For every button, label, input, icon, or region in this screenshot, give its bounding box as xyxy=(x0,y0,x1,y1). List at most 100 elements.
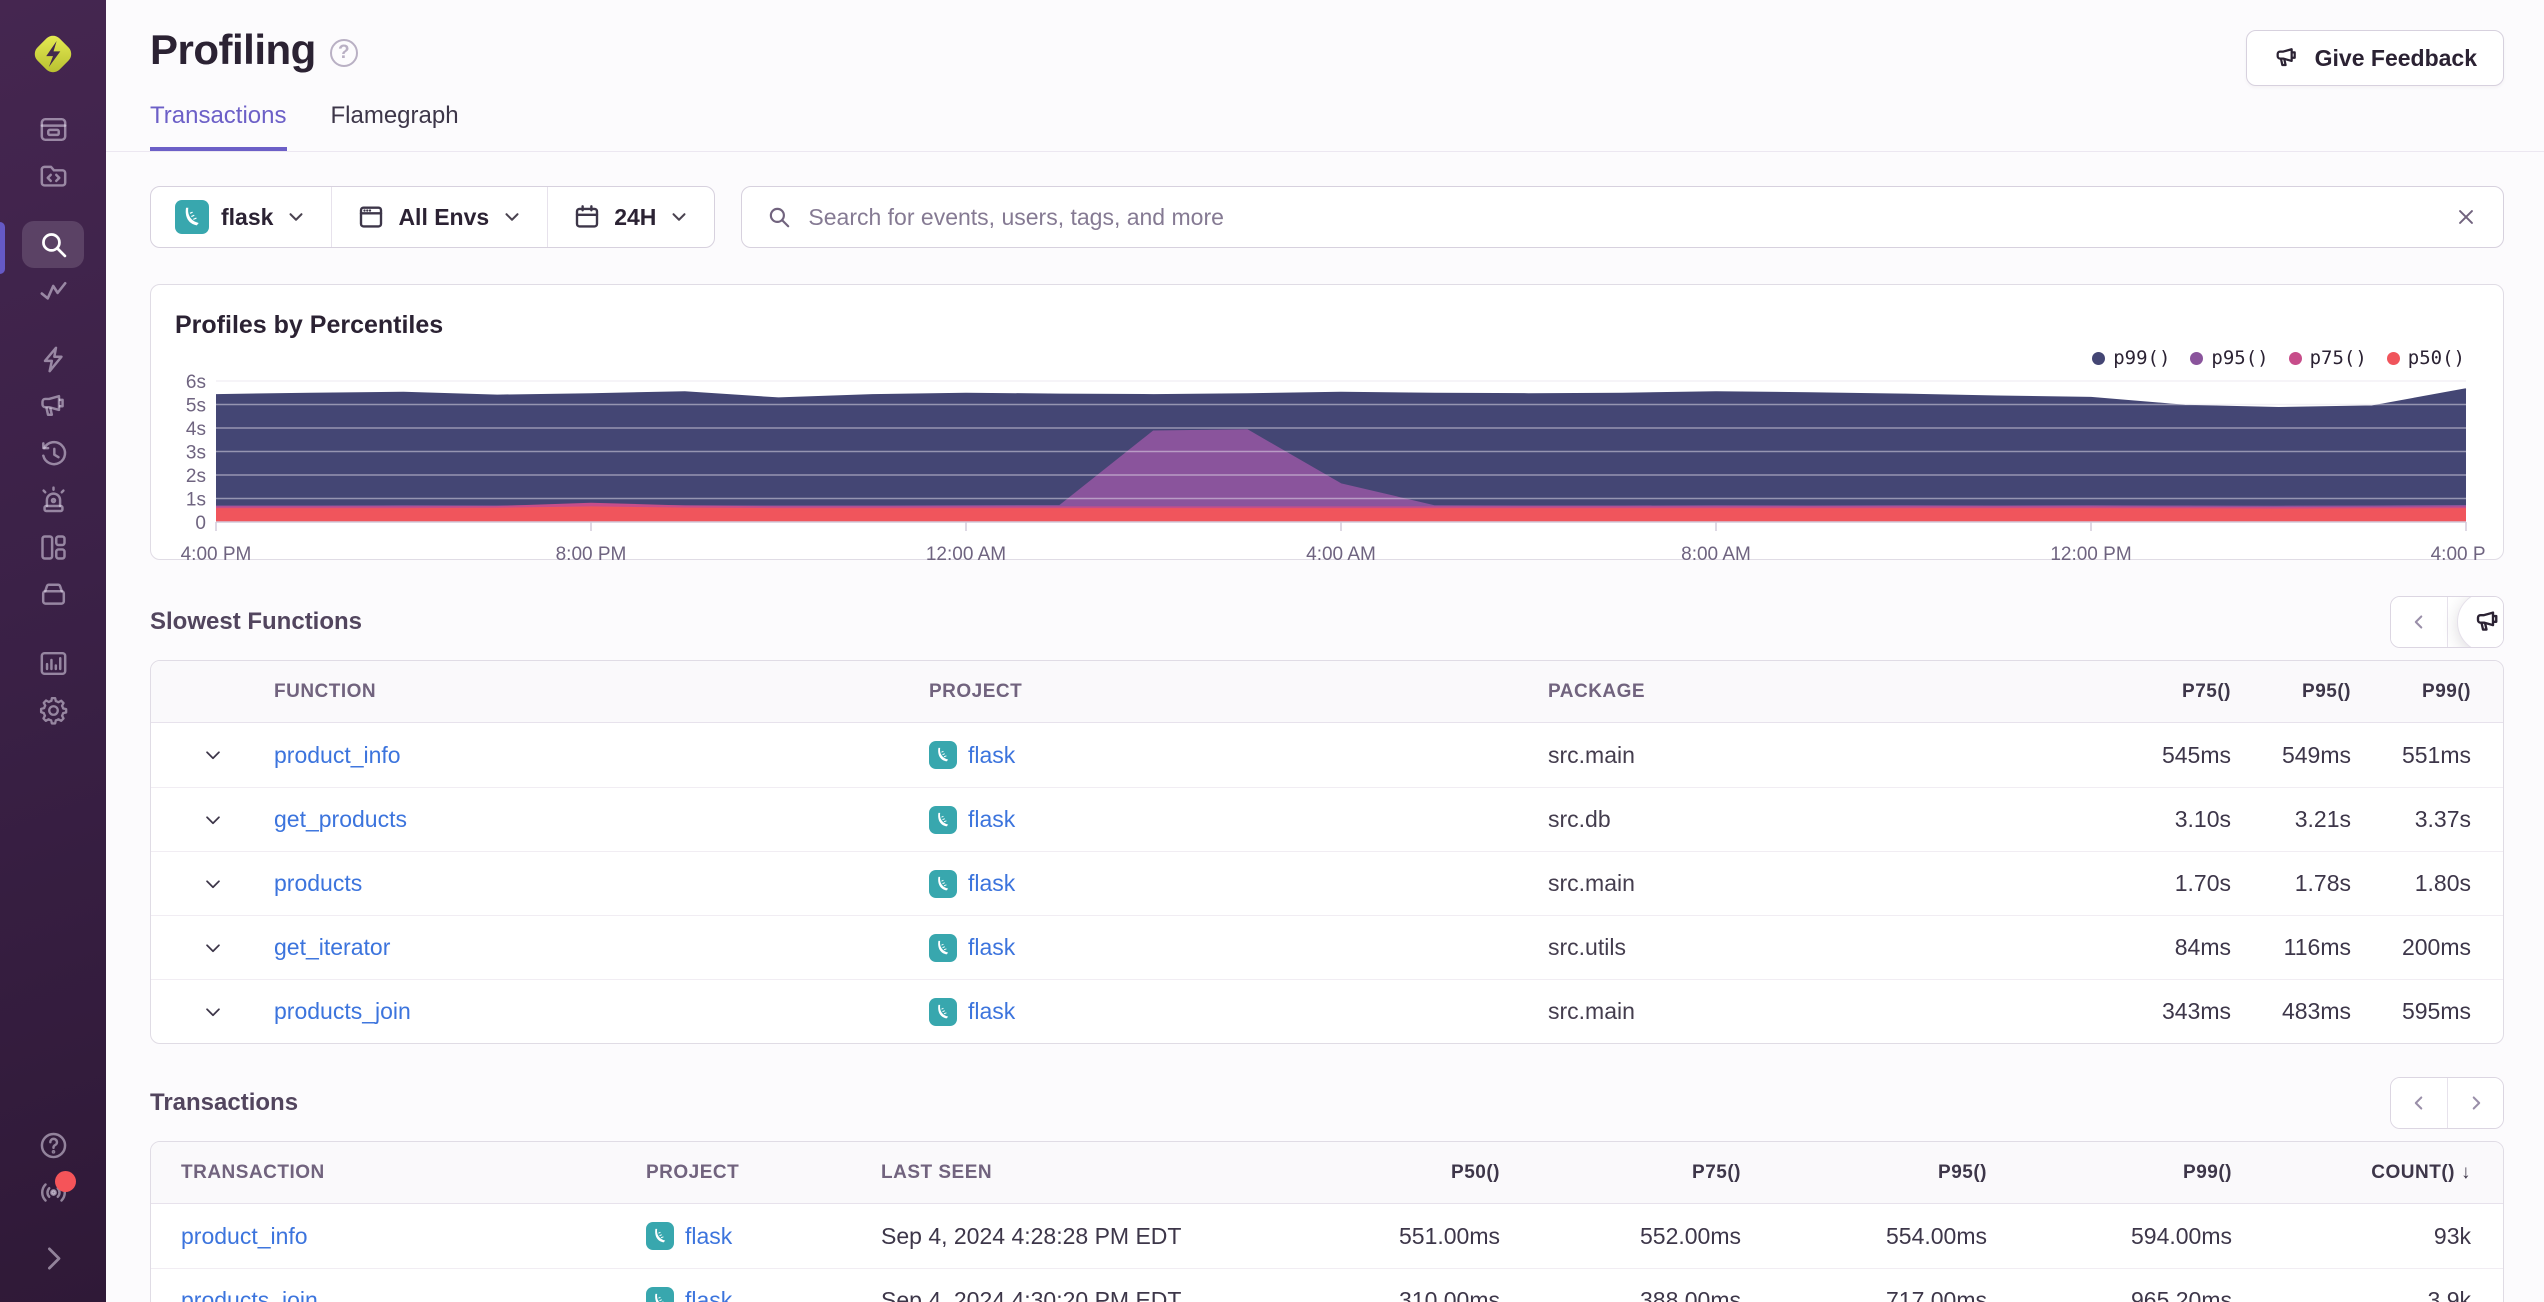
chart-legend: p99() p95() p75() p50() xyxy=(2092,347,2465,369)
legend-dot xyxy=(2288,351,2302,365)
expand-row-button[interactable] xyxy=(202,873,224,895)
p75-cell: 1.70s xyxy=(2174,870,2231,896)
sidebar-item-dashboards[interactable] xyxy=(22,524,84,571)
column-header-package[interactable]: PACKAGE xyxy=(1548,681,2111,703)
search-input[interactable] xyxy=(808,203,2437,231)
function-link[interactable]: product_info xyxy=(274,742,401,768)
column-header-project[interactable]: PROJECT xyxy=(646,1162,881,1184)
p75-cell: 3.10s xyxy=(2174,806,2231,832)
count-cell: 93k xyxy=(2433,1222,2471,1249)
projects-icon xyxy=(40,165,66,187)
sidebar-item-explore[interactable] xyxy=(22,221,84,268)
sidebar-item-alerts[interactable] xyxy=(22,477,84,524)
package-cell: src.db xyxy=(1548,806,1611,832)
project-filter[interactable]: flask xyxy=(151,187,331,247)
column-header-count[interactable]: COUNT() ↓ xyxy=(2232,1162,2503,1184)
give-feedback-label: Give Feedback xyxy=(2314,44,2477,71)
history-clock-icon xyxy=(41,440,66,466)
legend-label: p95() xyxy=(2211,347,2269,369)
project-cell: flask xyxy=(929,805,1548,834)
function-cell: get_products xyxy=(274,806,929,833)
sidebar-item-issues[interactable] xyxy=(22,106,84,153)
column-header-lastseen[interactable]: LAST SEEN xyxy=(881,1162,1381,1184)
svg-text:8:00 AM: 8:00 AM xyxy=(1681,544,1751,565)
legend-label: p75() xyxy=(2309,347,2367,369)
transaction-link[interactable]: products_join xyxy=(181,1287,318,1302)
expand-row-button[interactable] xyxy=(202,1001,224,1023)
expand-row-button[interactable] xyxy=(202,937,224,959)
project-cell: flask xyxy=(646,1286,881,1302)
previous-page-button[interactable] xyxy=(2391,1078,2447,1128)
sidebar-item-settings[interactable] xyxy=(22,687,84,734)
sidebar-item-help[interactable] xyxy=(22,1122,84,1169)
p75-cell: 84ms xyxy=(2174,934,2231,960)
legend-label: p99() xyxy=(2113,347,2171,369)
expand-row-cell xyxy=(151,809,274,831)
project-link[interactable]: flask xyxy=(968,870,1015,897)
project-link[interactable]: flask xyxy=(685,1223,732,1250)
legend-item-p99[interactable]: p99() xyxy=(2092,347,2170,369)
project-link[interactable]: flask xyxy=(968,998,1015,1025)
p95-cell: 116ms xyxy=(2283,934,2351,960)
project-link[interactable]: flask xyxy=(968,934,1015,961)
column-header-p99[interactable]: P99() xyxy=(2351,681,2503,703)
project-link[interactable]: flask xyxy=(968,742,1015,769)
column-header-p95[interactable]: P95() xyxy=(1741,1162,1987,1184)
transactions-title: Transactions xyxy=(150,1089,299,1116)
p50-cell: 551.00ms xyxy=(1398,1222,1500,1249)
give-feedback-button[interactable]: Give Feedback xyxy=(2245,30,2504,86)
p99-cell: 1.80s xyxy=(2414,870,2471,896)
project-link[interactable]: flask xyxy=(685,1287,732,1302)
project-link[interactable]: flask xyxy=(968,806,1015,833)
legend-item-p75[interactable]: p75() xyxy=(2288,347,2367,369)
column-header-project[interactable]: PROJECT xyxy=(929,681,1548,703)
function-link[interactable]: products_join xyxy=(274,998,411,1024)
legend-item-p50[interactable]: p50() xyxy=(2386,347,2465,369)
sidebar-item-stories[interactable] xyxy=(22,571,84,618)
column-header-p95[interactable]: P95() xyxy=(2231,681,2351,703)
column-header-transaction[interactable]: TRANSACTION xyxy=(151,1162,646,1184)
sidebar-item-replays[interactable] xyxy=(22,430,84,477)
tab-transactions[interactable]: Transactions xyxy=(150,102,287,151)
sidebar-item-insights[interactable] xyxy=(22,336,84,383)
expand-row-button[interactable] xyxy=(202,744,224,766)
column-header-p75[interactable]: P75() xyxy=(2111,681,2231,703)
table-row: product_info flask Sep 4, 2024 4:28:28 PM … xyxy=(151,1204,2503,1268)
column-header-p50[interactable]: P50() xyxy=(1381,1162,1500,1184)
sidebar-collapse-toggle[interactable] xyxy=(22,1238,84,1278)
previous-page-button[interactable] xyxy=(2391,597,2447,647)
function-link[interactable]: get_products xyxy=(274,806,407,832)
p75-cell: 545ms xyxy=(2161,741,2231,768)
floating-feedback-button[interactable] xyxy=(2457,597,2503,647)
flask-project-icon xyxy=(929,933,957,962)
next-page-button[interactable] xyxy=(2447,1078,2503,1128)
notification-badge xyxy=(55,1171,76,1192)
column-header-p75[interactable]: P75() xyxy=(1500,1162,1741,1184)
environment-filter[interactable]: All Envs xyxy=(331,187,547,247)
date-range-filter[interactable]: 24H xyxy=(547,187,714,247)
sentry-logo[interactable] xyxy=(28,28,78,80)
expand-row-button[interactable] xyxy=(202,809,224,831)
calendar-icon xyxy=(576,205,599,228)
function-link[interactable]: products xyxy=(274,870,362,896)
tab-flamegraph[interactable]: Flamegraph xyxy=(331,102,459,151)
sidebar-item-performance[interactable] xyxy=(22,268,84,315)
sidebar-item-whats-new[interactable] xyxy=(22,1169,84,1216)
title-help-icon[interactable]: ? xyxy=(329,39,358,67)
function-link[interactable]: get_iterator xyxy=(274,934,390,960)
p99-cell: 965.20ms xyxy=(2130,1287,2232,1302)
sidebar-item-stats[interactable] xyxy=(22,640,84,687)
svg-text:4:00 PM: 4:00 PM xyxy=(181,544,252,565)
transaction-link[interactable]: product_info xyxy=(181,1223,308,1249)
svg-text:0: 0 xyxy=(195,513,206,534)
legend-item-p95[interactable]: p95() xyxy=(2190,347,2269,369)
p99-cell: 595ms xyxy=(2401,998,2471,1024)
sidebar-item-feedback[interactable] xyxy=(22,383,84,430)
percentiles-area-chart[interactable]: 0 1s 2s 3s 4s 5s 6s 4:00 PM 8:00 PM 12:00 AM 4:00 … xyxy=(175,372,2502,570)
column-header-function[interactable]: FUNCTION xyxy=(274,681,929,703)
page-title: Profiling xyxy=(150,26,316,73)
search-clear-button[interactable] xyxy=(2453,204,2479,230)
svg-text:8:00 PM: 8:00 PM xyxy=(556,544,627,565)
sidebar-item-projects[interactable] xyxy=(22,153,84,200)
column-header-p99[interactable]: P99() xyxy=(1987,1162,2232,1184)
